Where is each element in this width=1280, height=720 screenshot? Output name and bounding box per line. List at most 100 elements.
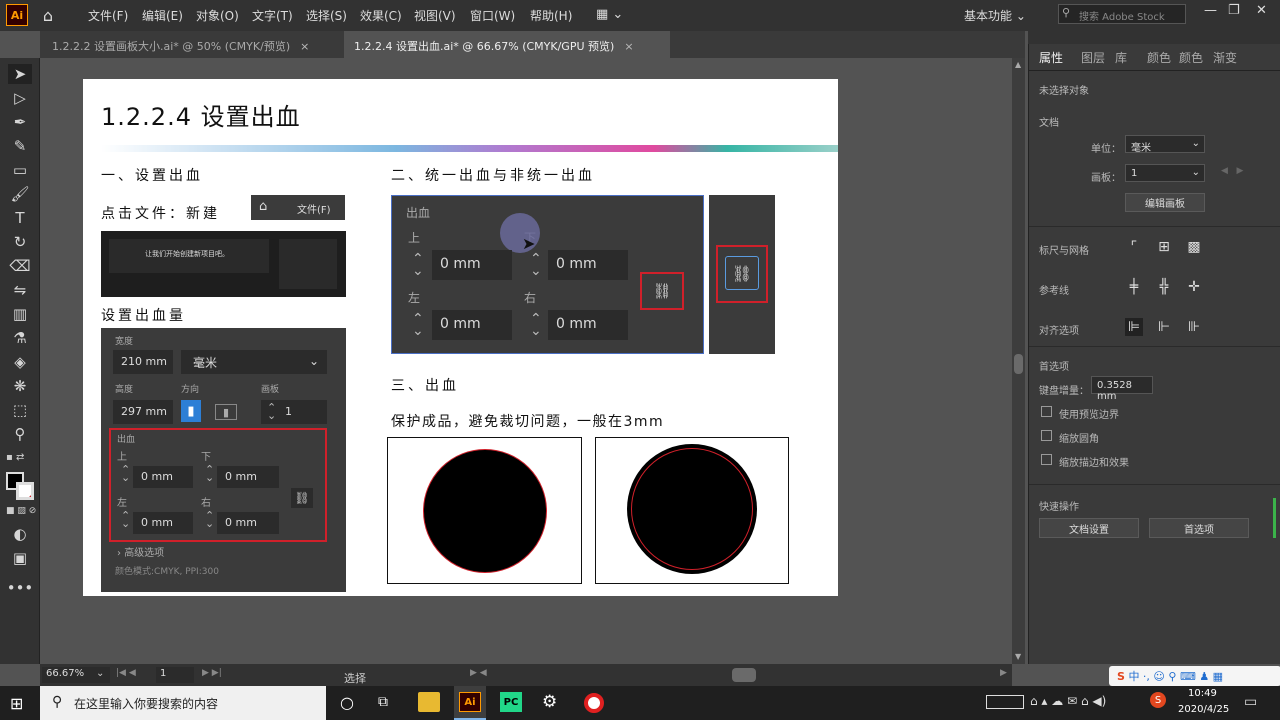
arrange-documents-icon[interactable]: ▦ ⌄ <box>596 7 623 22</box>
type-tool-icon[interactable]: T <box>8 208 32 228</box>
transparency-grid-icon[interactable]: ▩ <box>1185 238 1203 256</box>
menu-select[interactable]: 选择(S) <box>306 7 347 24</box>
minimize-button[interactable]: — <box>1204 3 1217 18</box>
scroll-left-icon[interactable]: ▶ ◀ <box>470 668 487 678</box>
rectangle-tool-icon[interactable]: ▭ <box>8 160 32 180</box>
top-bleed-field[interactable]: 0 mm <box>432 250 512 280</box>
menu-window[interactable]: 窗口(W) <box>470 7 515 24</box>
portrait-icon[interactable]: ▮ <box>181 400 201 422</box>
gradient-tool-icon[interactable]: ▥ <box>8 304 32 324</box>
right-bleed-field[interactable]: 0 mm <box>548 310 628 340</box>
scroll-right-icon[interactable]: ▶ <box>1000 668 1007 678</box>
selection-tool-icon[interactable]: ➤ <box>8 64 32 84</box>
eraser-tool-icon[interactable]: ⌫ <box>8 256 32 276</box>
close-button[interactable]: ✕ <box>1256 3 1267 18</box>
document-setup-button[interactable]: 文档设置 <box>1039 518 1139 538</box>
bottom-stepper-icon[interactable]: ⌃ ⌄ <box>205 464 214 483</box>
artboard-number-field[interactable]: 1 <box>156 667 194 683</box>
unlink-icon[interactable]: ⛓ <box>725 256 759 290</box>
tab-color[interactable]: 颜色 <box>1147 49 1171 66</box>
menu-type[interactable]: 文字(T) <box>252 7 293 24</box>
width-tool-icon[interactable]: ⇋ <box>8 280 32 300</box>
scroll-up-icon[interactable]: ▲ <box>1015 60 1021 69</box>
artboard-tool-icon[interactable]: ⬚ <box>8 400 32 420</box>
menu-effect[interactable]: 效果(C) <box>360 7 402 24</box>
link-icon[interactable]: ⛓ <box>640 272 684 310</box>
top-stepper-icon[interactable]: ⌃ ⌄ <box>121 464 130 483</box>
cortana-icon[interactable]: ○ <box>340 693 354 712</box>
bottom-bleed-field[interactable]: 0 mm <box>548 250 628 280</box>
ime-toolbar[interactable]: S 中 ·, ☺ ⚲ ⌨ ♟ ▦ <box>1109 666 1280 686</box>
artboard-dropdown[interactable]: 1 ⌄ <box>1125 164 1205 182</box>
artboard-nav-icons[interactable]: ◀ ▶ <box>1221 166 1243 176</box>
menu-object[interactable]: 对象(O) <box>196 7 239 24</box>
scrollbar-thumb[interactable] <box>1014 354 1023 374</box>
close-tab-icon[interactable]: × <box>300 40 309 53</box>
more-tools-icon[interactable]: ••• <box>7 578 34 598</box>
color-mode-icons[interactable]: ■ ▨ ⊘ <box>6 506 36 516</box>
edit-artboard-button[interactable]: 编辑画板 <box>1125 193 1205 212</box>
grid-icon[interactable]: ⊞ <box>1155 238 1173 256</box>
record-icon[interactable] <box>584 693 604 713</box>
paintbrush-tool-icon[interactable]: 🖌 <box>8 184 32 204</box>
unit-dropdown[interactable]: 毫米 ⌄ <box>181 350 327 374</box>
stock-search-input[interactable]: 搜索 Adobe Stock <box>1058 4 1186 24</box>
right-stepper-icon[interactable]: ⌃ ⌄ <box>530 312 542 338</box>
scale-corners-checkbox[interactable] <box>1041 430 1052 441</box>
menu-file[interactable]: 文件(F) <box>88 7 128 24</box>
align-icon-2[interactable]: ⊩ <box>1155 318 1173 336</box>
eyedropper-tool-icon[interactable]: ⚗ <box>8 328 32 348</box>
guides-icon[interactable]: ╪ <box>1125 278 1143 296</box>
top-bleed-field[interactable]: 0 mm <box>133 466 193 488</box>
vertical-scrollbar[interactable]: ▲ ▼ <box>1012 58 1025 664</box>
left-stepper-icon[interactable]: ⌃ ⌄ <box>121 510 130 529</box>
taskbar-illustrator[interactable]: Ai <box>454 686 486 720</box>
advanced-options[interactable]: › 高级选项 <box>117 544 164 559</box>
bottom-stepper-icon[interactable]: ⌃ ⌄ <box>530 252 542 278</box>
restore-button[interactable]: ❐ <box>1228 3 1240 18</box>
left-bleed-field[interactable]: 0 mm <box>133 512 193 534</box>
scale-strokes-checkbox[interactable] <box>1041 454 1052 465</box>
task-view-icon[interactable]: ⧉ <box>378 694 388 710</box>
notifications-icon[interactable]: ▭ <box>1244 694 1257 710</box>
tab-gradient[interactable]: 渐变 <box>1213 49 1237 66</box>
last-artboard-icon[interactable]: ▶ ▶| <box>202 668 222 678</box>
sogou-tray-icon[interactable]: S <box>1150 692 1166 708</box>
draw-mode-icon[interactable]: ◐ <box>8 524 32 544</box>
direct-selection-tool-icon[interactable]: ▷ <box>8 88 32 108</box>
bottom-bleed-field[interactable]: 0 mm <box>217 466 279 488</box>
stroke-swatch[interactable] <box>16 482 34 500</box>
curvature-tool-icon[interactable]: ✎ <box>8 136 32 156</box>
scroll-down-icon[interactable]: ▼ <box>1015 652 1021 661</box>
tab-color-guide[interactable]: 颜色 <box>1179 49 1203 66</box>
menu-help[interactable]: 帮助(H) <box>530 7 572 24</box>
shape-builder-tool-icon[interactable]: ◈ <box>8 352 32 372</box>
swap-fill-stroke-icon[interactable]: ▪ ⇄ <box>6 452 34 464</box>
align-to-pixel-icon[interactable]: ⊫ <box>1125 318 1143 336</box>
snap-icon[interactable]: ✛ <box>1185 278 1203 296</box>
artboards-stepper-icon[interactable]: ⌃ ⌄ <box>267 402 276 421</box>
tab-doc-1[interactable]: 1.2.2.2 设置画板大小.ai* @ 50% (CMYK/预览) × <box>42 31 342 58</box>
horizontal-scrollbar-thumb[interactable] <box>732 668 756 682</box>
right-stepper-icon[interactable]: ⌃ ⌄ <box>205 510 214 529</box>
pycharm-icon[interactable]: PC <box>500 692 522 712</box>
left-stepper-icon[interactable]: ⌃ ⌄ <box>412 312 424 338</box>
tab-properties[interactable]: 属性 <box>1039 49 1063 66</box>
tab-doc-2[interactable]: 1.2.2.4 设置出血.ai* @ 66.67% (CMYK/GPU 预览) × <box>344 31 670 58</box>
home-icon[interactable]: ⌂ <box>38 6 58 25</box>
rotate-tool-icon[interactable]: ↻ <box>8 232 32 252</box>
ruler-icon[interactable]: ⌜ <box>1125 238 1143 256</box>
unit-dropdown[interactable]: 毫米 ⌄ <box>1125 135 1205 154</box>
symbol-sprayer-tool-icon[interactable]: ❋ <box>8 376 32 396</box>
menu-view[interactable]: 视图(V) <box>414 7 456 24</box>
width-field[interactable]: 210 mm <box>113 350 173 374</box>
tray-icons[interactable]: ⌂ ▴ ☁ ✉ ⌂ ◀) <box>1030 694 1106 708</box>
pen-tool-icon[interactable]: ✒ <box>8 112 32 132</box>
close-tab-icon[interactable]: × <box>624 40 633 53</box>
file-explorer-icon[interactable] <box>418 692 440 712</box>
preferences-button[interactable]: 首选项 <box>1149 518 1249 538</box>
smart-guides-icon[interactable]: ╬ <box>1155 278 1173 296</box>
left-bleed-field[interactable]: 0 mm <box>432 310 512 340</box>
tab-layers[interactable]: 图层 <box>1081 49 1105 66</box>
settings-icon[interactable]: ⚙ <box>542 692 557 712</box>
